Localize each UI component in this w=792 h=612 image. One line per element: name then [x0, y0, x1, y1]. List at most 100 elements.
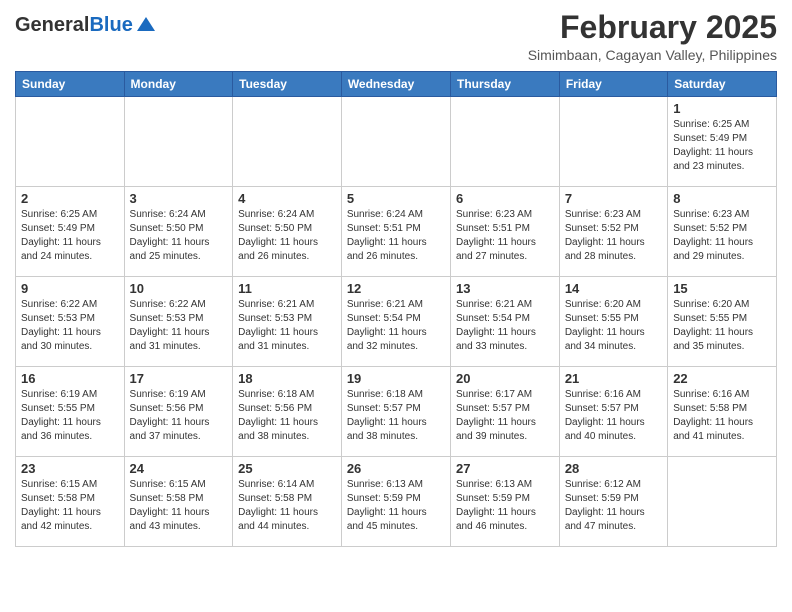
cell-info: Sunrise: 6:21 AMSunset: 5:54 PMDaylight:…	[347, 298, 445, 354]
calendar-cell: 5 Sunrise: 6:24 AMSunset: 5:51 PMDaylight…	[341, 187, 450, 277]
cell-day-number: 6	[456, 191, 554, 206]
cell-day-number: 22	[673, 371, 771, 386]
logo-icon	[135, 13, 157, 35]
page-header: GeneralBlue February 2025 Simimbaan, Cag…	[15, 10, 777, 63]
cell-info: Sunrise: 6:16 AMSunset: 5:58 PMDaylight:…	[673, 388, 771, 444]
calendar-cell: 17Sunrise: 6:19 AMSunset: 5:56 PMDayligh…	[124, 367, 233, 457]
day-header-thursday: Thursday	[450, 72, 559, 97]
calendar-cell: 14Sunrise: 6:20 AMSunset: 5:55 PMDayligh…	[559, 277, 667, 367]
page-title: February 2025	[528, 10, 777, 45]
calendar-cell: 24Sunrise: 6:15 AMSunset: 5:58 PMDayligh…	[124, 457, 233, 547]
calendar-week-row: 1 Sunrise: 6:25 AMSunset: 5:49 PMDaylight…	[16, 97, 777, 187]
day-header-tuesday: Tuesday	[233, 72, 342, 97]
title-block: February 2025 Simimbaan, Cagayan Valley,…	[528, 10, 777, 63]
calendar-cell: 22 Sunrise: 6:16 AMSunset: 5:58 PMDayligh…	[668, 367, 777, 457]
calendar-cell	[668, 457, 777, 547]
logo-general: General	[15, 14, 89, 36]
calendar-cell	[341, 97, 450, 187]
calendar-cell	[559, 97, 667, 187]
cell-info: Sunrise: 6:14 AMSunset: 5:58 PMDaylight:…	[238, 478, 336, 534]
cell-day-number: 19	[347, 371, 445, 386]
day-header-friday: Friday	[559, 72, 667, 97]
cell-info: Sunrise: 6:15 AMSunset: 5:58 PMDaylight:…	[130, 478, 228, 534]
cell-info: Sunrise: 6:13 AMSunset: 5:59 PMDaylight:…	[347, 478, 445, 534]
cell-info: Sunrise: 6:23 AMSunset: 5:52 PMDaylight:…	[565, 208, 662, 264]
day-header-monday: Monday	[124, 72, 233, 97]
calendar-cell: 8Sunrise: 6:23 AMSunset: 5:52 PMDaylight…	[668, 187, 777, 277]
cell-info: Sunrise: 6:20 AMSunset: 5:55 PMDaylight:…	[565, 298, 662, 354]
calendar-cell: 23Sunrise: 6:15 AMSunset: 5:58 PMDayligh…	[16, 457, 125, 547]
calendar-cell: 18 Sunrise: 6:18 AMSunset: 5:56 PMDayligh…	[233, 367, 342, 457]
calendar-cell: 26 Sunrise: 6:13 AMSunset: 5:59 PMDayligh…	[341, 457, 450, 547]
cell-day-number: 16	[21, 371, 119, 386]
calendar-cell: 15 Sunrise: 6:20 AMSunset: 5:55 PMDayligh…	[668, 277, 777, 367]
cell-day-number: 5	[347, 191, 445, 206]
cell-day-number: 15	[673, 281, 771, 296]
calendar-week-row: 23Sunrise: 6:15 AMSunset: 5:58 PMDayligh…	[16, 457, 777, 547]
calendar-cell	[450, 97, 559, 187]
cell-info: Sunrise: 6:24 AMSunset: 5:51 PMDaylight:…	[347, 208, 445, 264]
calendar-cell: 10 Sunrise: 6:22 AMSunset: 5:53 PMDayligh…	[124, 277, 233, 367]
cell-info: Sunrise: 6:21 AMSunset: 5:53 PMDaylight:…	[238, 298, 336, 354]
cell-info: Sunrise: 6:25 AMSunset: 5:49 PMDaylight:…	[21, 208, 119, 264]
cell-day-number: 9	[21, 281, 119, 296]
cell-info: Sunrise: 6:23 AMSunset: 5:51 PMDaylight:…	[456, 208, 554, 264]
cell-day-number: 12	[347, 281, 445, 296]
calendar-cell: 3 Sunrise: 6:24 AMSunset: 5:50 PMDaylight…	[124, 187, 233, 277]
cell-info: Sunrise: 6:19 AMSunset: 5:55 PMDaylight:…	[21, 388, 119, 444]
calendar-week-row: 9 Sunrise: 6:22 AMSunset: 5:53 PMDaylight…	[16, 277, 777, 367]
cell-day-number: 27	[456, 461, 554, 476]
calendar-cell: 13 Sunrise: 6:21 AMSunset: 5:54 PMDayligh…	[450, 277, 559, 367]
calendar-cell: 27 Sunrise: 6:13 AMSunset: 5:59 PMDayligh…	[450, 457, 559, 547]
cell-info: Sunrise: 6:22 AMSunset: 5:53 PMDaylight:…	[130, 298, 228, 354]
cell-info: Sunrise: 6:19 AMSunset: 5:56 PMDaylight:…	[130, 388, 228, 444]
cell-info: Sunrise: 6:18 AMSunset: 5:57 PMDaylight:…	[347, 388, 445, 444]
calendar-cell: 20Sunrise: 6:17 AMSunset: 5:57 PMDayligh…	[450, 367, 559, 457]
day-header-sunday: Sunday	[16, 72, 125, 97]
cell-info: Sunrise: 6:25 AMSunset: 5:49 PMDaylight:…	[673, 118, 771, 174]
cell-day-number: 2	[21, 191, 119, 206]
calendar-cell: 4 Sunrise: 6:24 AMSunset: 5:50 PMDaylight…	[233, 187, 342, 277]
calendar-cell: 6 Sunrise: 6:23 AMSunset: 5:51 PMDaylight…	[450, 187, 559, 277]
cell-info: Sunrise: 6:12 AMSunset: 5:59 PMDaylight:…	[565, 478, 662, 534]
logo-blue: Blue	[89, 14, 132, 36]
calendar-week-row: 2 Sunrise: 6:25 AMSunset: 5:49 PMDaylight…	[16, 187, 777, 277]
cell-day-number: 4	[238, 191, 336, 206]
cell-day-number: 26	[347, 461, 445, 476]
calendar-table: SundayMondayTuesdayWednesdayThursdayFrid…	[15, 71, 777, 547]
cell-day-number: 1	[673, 101, 771, 116]
cell-day-number: 7	[565, 191, 662, 206]
cell-day-number: 3	[130, 191, 228, 206]
cell-day-number: 10	[130, 281, 228, 296]
cell-day-number: 25	[238, 461, 336, 476]
page-subtitle: Simimbaan, Cagayan Valley, Philippines	[528, 47, 777, 63]
cell-info: Sunrise: 6:21 AMSunset: 5:54 PMDaylight:…	[456, 298, 554, 354]
calendar-cell: 28Sunrise: 6:12 AMSunset: 5:59 PMDayligh…	[559, 457, 667, 547]
calendar-cell	[233, 97, 342, 187]
calendar-cell: 9Sunrise: 6:22 AMSunset: 5:53 PMDaylight…	[16, 277, 125, 367]
calendar-cell: 21 Sunrise: 6:16 AMSunset: 5:57 PMDayligh…	[559, 367, 667, 457]
calendar-cell: 7 Sunrise: 6:23 AMSunset: 5:52 PMDaylight…	[559, 187, 667, 277]
cell-info: Sunrise: 6:20 AMSunset: 5:55 PMDaylight:…	[673, 298, 771, 354]
cell-info: Sunrise: 6:18 AMSunset: 5:56 PMDaylight:…	[238, 388, 336, 444]
cell-info: Sunrise: 6:15 AMSunset: 5:58 PMDaylight:…	[21, 478, 119, 534]
calendar-week-row: 16 Sunrise: 6:19 AMSunset: 5:55 PMDayligh…	[16, 367, 777, 457]
cell-day-number: 20	[456, 371, 554, 386]
calendar-cell: 1 Sunrise: 6:25 AMSunset: 5:49 PMDaylight…	[668, 97, 777, 187]
cell-info: Sunrise: 6:24 AMSunset: 5:50 PMDaylight:…	[238, 208, 336, 264]
cell-day-number: 11	[238, 281, 336, 296]
calendar-cell: 11 Sunrise: 6:21 AMSunset: 5:53 PMDayligh…	[233, 277, 342, 367]
calendar-cell	[16, 97, 125, 187]
cell-day-number: 21	[565, 371, 662, 386]
calendar-cell: 16 Sunrise: 6:19 AMSunset: 5:55 PMDayligh…	[16, 367, 125, 457]
cell-day-number: 18	[238, 371, 336, 386]
cell-info: Sunrise: 6:16 AMSunset: 5:57 PMDaylight:…	[565, 388, 662, 444]
calendar-cell: 12 Sunrise: 6:21 AMSunset: 5:54 PMDayligh…	[341, 277, 450, 367]
day-header-saturday: Saturday	[668, 72, 777, 97]
cell-info: Sunrise: 6:24 AMSunset: 5:50 PMDaylight:…	[130, 208, 228, 264]
cell-info: Sunrise: 6:23 AMSunset: 5:52 PMDaylight:…	[673, 208, 771, 264]
calendar-cell: 2 Sunrise: 6:25 AMSunset: 5:49 PMDaylight…	[16, 187, 125, 277]
calendar-cell	[124, 97, 233, 187]
cell-day-number: 13	[456, 281, 554, 296]
cell-info: Sunrise: 6:13 AMSunset: 5:59 PMDaylight:…	[456, 478, 554, 534]
